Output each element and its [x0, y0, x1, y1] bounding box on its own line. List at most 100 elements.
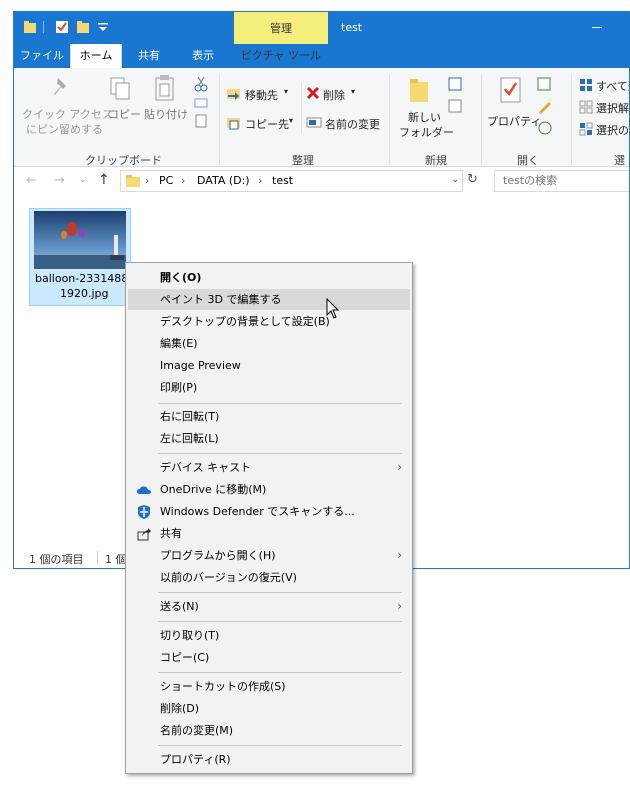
menu-item-share[interactable]: 共有 — [128, 523, 410, 544]
open-icon[interactable] — [537, 76, 553, 92]
onedrive-icon — [137, 486, 151, 494]
pin-label-2[interactable]: にピン留めする — [26, 121, 103, 137]
new-folder-label-2[interactable]: フォルダー — [399, 124, 454, 140]
minimize-icon[interactable] — [592, 27, 602, 28]
paste-shortcut-icon[interactable] — [194, 114, 208, 128]
status-divider — [97, 551, 98, 564]
paste-button[interactable]: 貼り付け — [144, 106, 188, 122]
chevron-down-icon[interactable]: ▾ — [351, 87, 355, 96]
search-input[interactable]: testの検索 — [494, 170, 629, 192]
menu-item-label: プログラムから開く(H) — [160, 549, 276, 562]
toolbar-divider — [43, 21, 44, 33]
ribbon-separator — [219, 74, 220, 164]
menu-item-cut[interactable]: 切り取り(T) — [128, 625, 410, 646]
easy-access-icon[interactable] — [448, 98, 468, 114]
file-name-line1: balloon-2331488_ — [35, 272, 134, 285]
group-open-label: 開く — [517, 154, 539, 167]
menu-item-label: 送る(N) — [160, 600, 199, 613]
menu-item-rotate-left[interactable]: 左に回転(L) — [128, 428, 410, 449]
tab-home[interactable]: ホーム — [70, 44, 122, 69]
context-tab-header: 管理 — [234, 12, 328, 44]
copy-icon — [110, 77, 130, 100]
invert-selection-button[interactable]: 選択の — [596, 122, 629, 138]
edit-icon[interactable] — [537, 98, 553, 114]
menu-separator — [158, 745, 402, 746]
menu-item-send-to[interactable]: 送る(N) › — [128, 596, 410, 617]
menu-item-copy[interactable]: コピー(C) — [128, 647, 410, 668]
folder-icon — [126, 175, 140, 187]
menu-item-open-with[interactable]: プログラムから開く(H) › — [128, 545, 410, 566]
menu-item-print[interactable]: 印刷(P) — [128, 377, 410, 398]
new-folder-icon[interactable] — [76, 20, 90, 34]
properties-button[interactable]: プロパティ — [487, 113, 541, 129]
tab-picture-tools[interactable]: ピクチャ ツール — [234, 44, 328, 68]
dropdown-icon[interactable] — [97, 22, 109, 32]
breadcrumb-pc[interactable]: PC — [159, 174, 173, 187]
breadcrumb-data[interactable]: DATA (D:) — [197, 174, 250, 187]
address-bar[interactable]: › PC › DATA (D:) › test ⌄ — [120, 170, 463, 192]
menu-item-onedrive[interactable]: OneDrive に移動(M) — [128, 479, 410, 500]
copy-button[interactable]: コピー — [108, 106, 141, 122]
menu-item-defender-scan[interactable]: Windows Defender でスキャンする... — [128, 501, 410, 522]
forward-icon[interactable]: → — [54, 173, 65, 188]
menu-separator — [158, 453, 402, 454]
rename-button[interactable]: 名前の変更 — [325, 116, 380, 132]
menu-item-label: デバイス キャスト — [160, 461, 252, 474]
title-bar[interactable]: 管理 test — [14, 12, 629, 44]
invert-selection-icon — [579, 122, 593, 136]
chevron-down-icon[interactable]: ▾ — [284, 87, 288, 96]
tab-view[interactable]: 表示 — [176, 44, 230, 68]
file-item[interactable]: balloon-2331488_ 1920.jpg — [29, 208, 134, 306]
ribbon-separator — [301, 82, 302, 134]
ribbon-separator — [389, 74, 390, 164]
menu-item-set-background[interactable]: デスクトップの背景として設定(B) — [128, 311, 410, 332]
menu-item-rename[interactable]: 名前の変更(M) — [128, 720, 410, 741]
menu-item-edit-paint3d[interactable]: ペイント 3D で編集する — [128, 289, 410, 310]
checklist-icon[interactable] — [55, 20, 69, 34]
pin-label-1[interactable]: クイック アクセス — [22, 106, 113, 122]
menu-item-open[interactable]: 開く(O) — [128, 267, 410, 288]
menu-item-properties[interactable]: プロパティ(R) — [128, 749, 410, 770]
folder-icon[interactable] — [23, 20, 37, 34]
menu-item-rotate-right[interactable]: 右に回転(T) — [128, 406, 410, 427]
window-title: test — [341, 21, 363, 34]
menu-item-cast-to-device[interactable]: デバイス キャスト › — [128, 457, 410, 478]
refresh-icon[interactable]: ↻ — [467, 172, 478, 187]
up-icon[interactable]: ↑ — [98, 172, 110, 188]
menu-item-delete[interactable]: 削除(D) — [128, 698, 410, 719]
move-to-button[interactable]: 移動先 — [245, 87, 278, 103]
menu-item-create-shortcut[interactable]: ショートカットの作成(S) — [128, 676, 410, 697]
select-all-button[interactable]: すべて選 — [596, 78, 629, 94]
chevron-down-icon[interactable]: ▾ — [289, 116, 293, 125]
group-clipboard-label: クリップボード — [85, 154, 162, 167]
select-none-button[interactable]: 選択解 — [596, 100, 629, 116]
selected-count: 1 個 — [105, 553, 127, 566]
mouse-cursor-icon — [326, 298, 340, 319]
new-item-icon[interactable] — [448, 76, 468, 92]
submenu-arrow-icon: › — [397, 599, 402, 613]
ribbon: クイック アクセス にピン留めする コピー 貼り付け クリップボード 移動先 ▾… — [14, 68, 629, 183]
breadcrumb-separator: › — [181, 174, 186, 187]
chevron-down-icon[interactable]: ⌄ — [451, 174, 459, 185]
new-folder-label-1[interactable]: 新しい — [408, 109, 441, 125]
context-menu: 開く(O) ペイント 3D で編集する デスクトップの背景として設定(B) 編集… — [125, 262, 413, 774]
back-icon[interactable]: ← — [26, 173, 37, 188]
tab-share[interactable]: 共有 — [124, 44, 174, 68]
new-folder-icon — [410, 79, 428, 102]
copy-to-icon — [227, 118, 240, 130]
delete-button[interactable]: 削除 — [323, 87, 345, 103]
menu-item-edit[interactable]: 編集(E) — [128, 333, 410, 354]
menu-item-restore-previous[interactable]: 以前のバージョンの復元(V) — [128, 567, 410, 588]
cut-icon[interactable] — [194, 76, 208, 92]
defender-shield-icon — [138, 505, 150, 519]
history-icon[interactable] — [537, 120, 553, 136]
breadcrumb-test[interactable]: test — [272, 174, 293, 187]
tab-file[interactable]: ファイル — [14, 44, 70, 68]
copy-to-button[interactable]: コピー先 — [245, 116, 289, 132]
menu-separator — [158, 403, 402, 404]
recent-chevron-icon[interactable]: ⌄ — [79, 175, 87, 185]
menu-separator — [158, 621, 402, 622]
ribbon-separator — [481, 74, 482, 164]
menu-item-image-preview[interactable]: Image Preview — [128, 355, 410, 376]
copy-path-icon[interactable] — [194, 98, 208, 108]
